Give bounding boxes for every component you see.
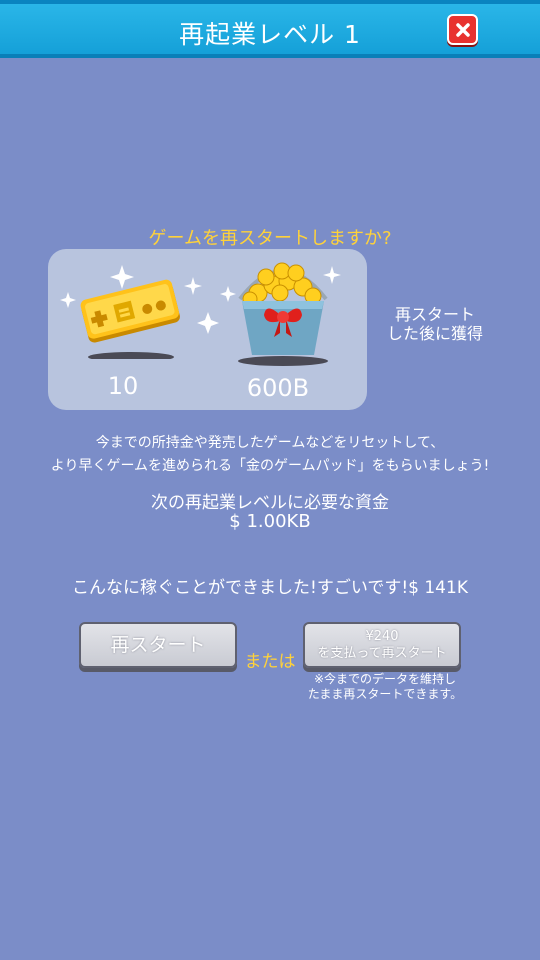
pay-price: ¥240 <box>365 629 399 644</box>
pay-note-line1: ※今までのデータを維持し <box>313 672 457 686</box>
pay-label: を支払って再スタート <box>317 646 447 661</box>
after-restart-label-line1: 再スタート <box>394 305 475 324</box>
earned-message: こんなに稼ぐことができました!すごいです!$ 141K <box>72 578 468 598</box>
title-bar: 再起業レベル 1 <box>0 0 540 58</box>
restart-question: ゲームを再スタートしますか? <box>148 228 392 249</box>
or-label: または <box>244 652 296 672</box>
required-funds-value: $ 1.00KB <box>229 511 311 532</box>
description-line2: より早くゲームを進められる「金のゲームパッド」をもらいましょう! <box>50 458 490 474</box>
reward-panel: 10 600B <box>48 249 367 410</box>
close-button[interactable] <box>447 14 478 45</box>
restart-button[interactable]: 再スタート <box>79 622 237 668</box>
pay-restart-button[interactable]: ¥240 を支払って再スタート <box>303 622 461 668</box>
gold-coin-bucket-icon <box>238 262 328 366</box>
required-funds-label: 次の再起業レベルに必要な資金 <box>151 493 389 513</box>
after-restart-label-line2: した後に獲得 <box>386 324 483 343</box>
gold-gamepad-icon <box>80 279 180 359</box>
gamepad-reward-value: 10 <box>107 372 139 400</box>
after-restart-label: 再スタート した後に獲得 <box>375 305 495 343</box>
coin-reward-value: 600B <box>246 374 310 402</box>
description-line1: 今までの所持金や発売したゲームなどをリセットして、 <box>95 435 445 451</box>
pay-note: ※今までのデータを維持し たまま再スタートできます。 <box>290 672 480 702</box>
pay-note-line2: たまま再スタートできます。 <box>307 687 463 701</box>
close-icon <box>455 22 470 37</box>
description: 今までの所持金や発売したゲームなどをリセットして、 より早くゲームを進められる「… <box>0 432 540 478</box>
